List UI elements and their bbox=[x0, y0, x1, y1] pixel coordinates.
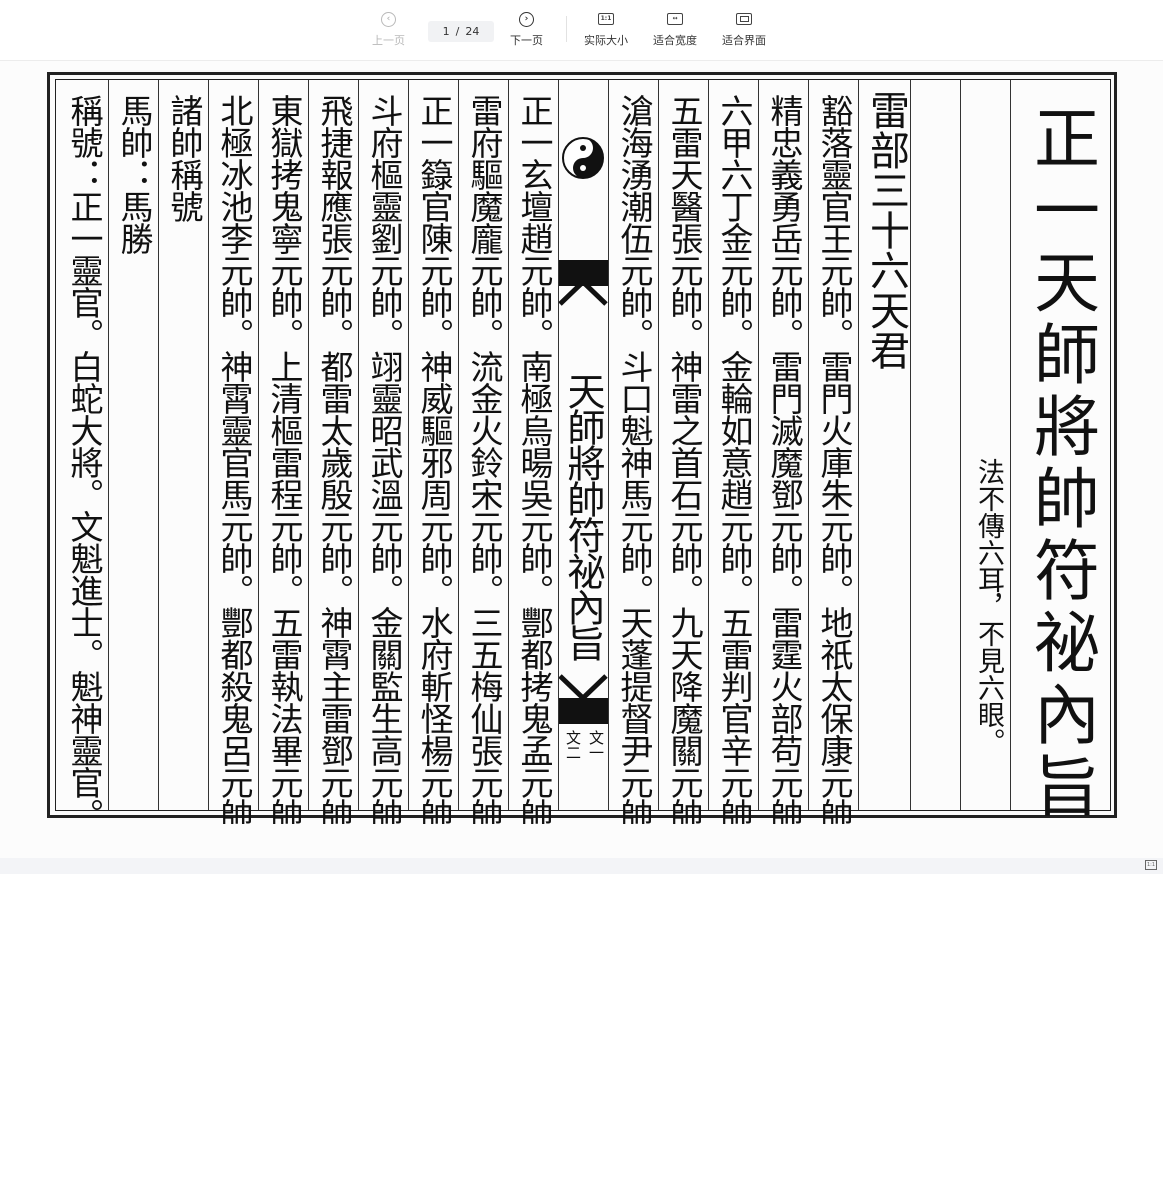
column-rule bbox=[108, 80, 109, 810]
center-title: 天師將帥符祕內旨 bbox=[561, 372, 605, 660]
fit-width-label: 适合宽度 bbox=[653, 34, 697, 47]
center-black-bar-bottom bbox=[558, 698, 608, 724]
actual-size-mini-icon[interactable]: 1:1 bbox=[1145, 860, 1157, 870]
column-rule bbox=[858, 80, 859, 810]
center-label-1: 文一 bbox=[587, 730, 605, 760]
chevron-up-icon bbox=[558, 278, 608, 306]
chevron-left-icon: ‹ bbox=[380, 10, 398, 28]
column-rule bbox=[708, 80, 709, 810]
text-column: 滄海湧潮伍元帥。斗口魁神馬元帥。天蓬提督尹元帥。 bbox=[615, 94, 654, 824]
column-rule bbox=[408, 80, 409, 810]
column-rule bbox=[558, 80, 559, 810]
next-page-button[interactable]: › 下一页 bbox=[510, 10, 543, 54]
fit-page-button[interactable]: 适合界面 bbox=[722, 10, 766, 54]
column-rule bbox=[208, 80, 209, 810]
next-page-label: 下一页 bbox=[510, 34, 543, 47]
actual-size-label: 实际大小 bbox=[584, 34, 628, 47]
text-column: 北極冰池李元帥。神霄靈官馬元帥。酆都殺鬼呂元帥。 bbox=[215, 94, 254, 824]
text-column: 正一籙官陳元帥。神威驅邪周元帥。水府斬怪楊元帥。 bbox=[415, 94, 454, 824]
prev-page-label: 上一页 bbox=[372, 34, 405, 47]
page-indicator[interactable]: 1 / 24 bbox=[428, 21, 494, 42]
column-rule bbox=[910, 80, 911, 810]
section-heading-titles: 諸帥稱號 bbox=[165, 94, 204, 222]
motto-text: 法不傳六耳，不見六眼。 bbox=[973, 458, 1004, 755]
fit-page-label: 适合界面 bbox=[722, 34, 766, 47]
text-column: 雷府驅魔龐元帥。流金火鈴宋元帥。三五梅仙張元帥。 bbox=[465, 94, 504, 824]
yin-yang-icon bbox=[562, 137, 604, 179]
section-heading-thunder: 雷部三十六天君 bbox=[863, 90, 909, 370]
fit-width-button[interactable]: ↔ 适合宽度 bbox=[653, 10, 697, 54]
ma-marshal-line: 馬帥：馬勝 bbox=[115, 94, 154, 254]
chevron-right-icon: › bbox=[518, 10, 536, 28]
column-rule bbox=[458, 80, 459, 810]
center-label-2: 文二 bbox=[564, 730, 582, 760]
text-column: 飛捷報應張元帥。都雷太歲殷元帥。神霄主雷鄧元帥。 bbox=[315, 94, 354, 824]
text-column: 豁落靈官王元帥。雷門火庫朱元帥。地祇太保康元帥。 bbox=[815, 94, 854, 824]
column-rule bbox=[158, 80, 159, 810]
document-title: 正一天師將帥符祕內旨 bbox=[1023, 104, 1100, 824]
prev-page-button[interactable]: ‹ 上一页 bbox=[372, 10, 405, 54]
text-column: 六甲六丁金元帥。金輪如意趙元帥。五雷判官辛元帥。 bbox=[715, 94, 754, 824]
fit-width-icon: ↔ bbox=[666, 10, 684, 28]
text-column: 斗府樞靈劉元帥。翊靈昭武溫元帥。金關監生高元帥。 bbox=[365, 94, 404, 824]
bottom-status-bar: 1:1 bbox=[0, 858, 1163, 874]
column-rule bbox=[758, 80, 759, 810]
text-column: 東獄拷鬼寧元帥。上清樞雷程元帥。五雷執法畢元帥。 bbox=[265, 94, 304, 824]
page-separator: / bbox=[455, 25, 460, 38]
column-rule bbox=[508, 80, 509, 810]
column-rule bbox=[658, 80, 659, 810]
titles-line: 稱號：正一靈官。白蛇大將。文魁進士。魁神靈官。西乾法旨。 bbox=[65, 94, 104, 824]
column-rule bbox=[608, 80, 609, 810]
column-rule bbox=[358, 80, 359, 810]
column-rule bbox=[1010, 80, 1011, 810]
column-rule bbox=[960, 80, 961, 810]
current-page-input[interactable]: 1 bbox=[443, 25, 450, 38]
total-pages: 24 bbox=[465, 25, 480, 38]
column-rule bbox=[308, 80, 309, 810]
actual-size-button[interactable]: 1:1 实际大小 bbox=[584, 10, 628, 54]
text-column: 正一玄壇趙元帥。南極烏暘吳元帥。酆都拷鬼孟元帥。 bbox=[515, 94, 554, 824]
center-fold-band: 天師將帥符祕內旨 文一 文二 bbox=[558, 80, 608, 810]
column-rule bbox=[808, 80, 809, 810]
column-rule bbox=[258, 80, 259, 810]
fit-page-icon bbox=[735, 10, 753, 28]
toolbar-divider bbox=[566, 16, 567, 42]
actual-size-icon: 1:1 bbox=[597, 10, 615, 28]
text-column: 精忠義勇岳元帥。雷門滅魔鄧元帥。雷霆火部苟元帥。 bbox=[765, 94, 804, 824]
text-column: 五雷天醫張元帥。神雷之首石元帥。九天降魔關元帥。 bbox=[665, 94, 704, 824]
viewer-toolbar: ‹ 上一页 1 / 24 › 下一页 1:1 实际大小 ↔ 适合宽度 适合界面 bbox=[0, 0, 1163, 61]
